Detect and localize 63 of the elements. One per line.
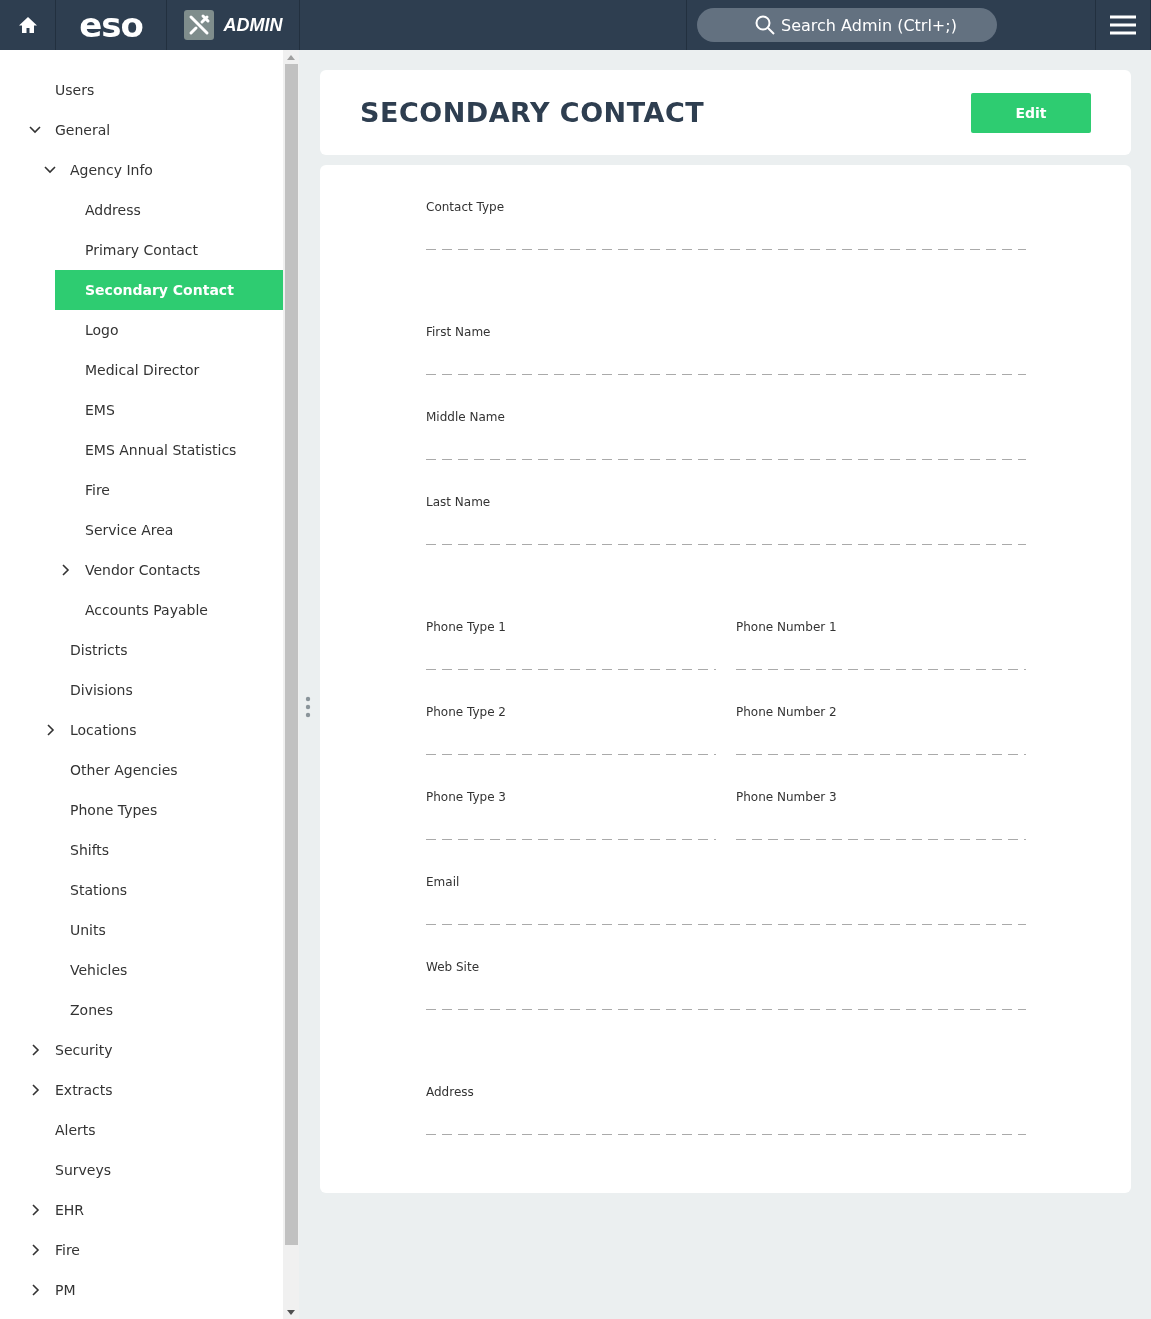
nav-item[interactable]: Districts xyxy=(0,630,283,670)
nav-item[interactable]: Vehicles xyxy=(0,950,283,990)
nav-item[interactable]: EMS Annual Statistics xyxy=(0,430,283,470)
page-title: SECONDARY CONTACT xyxy=(360,97,705,128)
resize-handle-icon[interactable] xyxy=(305,696,311,718)
nav-item[interactable]: Shifts xyxy=(0,830,283,870)
search-icon xyxy=(755,15,775,35)
nav-item[interactable]: Fire xyxy=(0,470,283,510)
nav-item[interactable]: Alerts xyxy=(0,1110,283,1150)
logo[interactable]: eso xyxy=(79,8,143,42)
chevron-right-icon[interactable] xyxy=(44,724,56,736)
nav-item[interactable]: Accounts Payable xyxy=(0,590,283,630)
field-label: Web Site xyxy=(426,960,480,974)
field-label: Phone Type 1 xyxy=(426,620,507,634)
nav-item[interactable]: Locations xyxy=(0,710,283,750)
nav-item[interactable]: Other Agencies xyxy=(0,750,283,790)
nav-item[interactable]: Divisions xyxy=(0,670,283,710)
field-label: Middle Name xyxy=(426,410,506,424)
field-label: Phone Type 2 xyxy=(426,705,507,719)
chevron-down-icon[interactable] xyxy=(44,164,56,176)
chevron-right-icon[interactable] xyxy=(29,1044,41,1056)
tools-icon xyxy=(183,10,214,40)
app-name: ADMIN xyxy=(223,14,283,36)
field-label: Address xyxy=(426,1085,475,1099)
search-field[interactable]: Search Admin (Ctrl+;) xyxy=(697,8,997,42)
nav-item[interactable]: Agency Info xyxy=(0,150,283,190)
field-label: Phone Number 1 xyxy=(736,620,838,634)
nav-item[interactable]: Units xyxy=(0,910,283,950)
chevron-right-icon[interactable] xyxy=(29,1204,41,1216)
field-label: Phone Type 3 xyxy=(426,790,507,804)
nav-item[interactable]: Security xyxy=(0,1030,283,1070)
chevron-down-icon[interactable] xyxy=(29,124,41,136)
field-label: Contact Type xyxy=(426,200,506,214)
nav-item[interactable]: Medical Director xyxy=(0,350,283,390)
nav-item[interactable]: Stations xyxy=(0,870,283,910)
chevron-right-icon[interactable] xyxy=(29,1244,41,1256)
nav-item[interactable]: Surveys xyxy=(0,1150,283,1190)
nav-item[interactable]: Zones xyxy=(0,990,283,1030)
nav-item[interactable]: Fire xyxy=(0,1230,283,1270)
nav-item[interactable]: Address xyxy=(0,190,283,230)
field-label: First Name xyxy=(426,325,492,339)
chevron-right-icon[interactable] xyxy=(29,1284,41,1296)
field-label: Phone Number 2 xyxy=(736,705,838,719)
home-icon[interactable] xyxy=(17,16,38,34)
nav-item[interactable]: EMS xyxy=(0,390,283,430)
menu-icon[interactable] xyxy=(1110,15,1136,35)
nav-item[interactable]: Primary Contact xyxy=(0,230,283,270)
nav-item[interactable]: Logo xyxy=(0,310,283,350)
nav-item[interactable]: Vendor Contacts xyxy=(0,550,283,590)
scroll-down-icon[interactable] xyxy=(287,1309,295,1315)
field-label: Last Name xyxy=(426,495,492,509)
field-label: Phone Number 3 xyxy=(736,790,838,804)
scrollbar-thumb[interactable] xyxy=(284,64,298,1245)
field-label: Email xyxy=(426,875,461,889)
nav-item[interactable]: Service Area xyxy=(0,510,283,550)
nav-item[interactable]: Extracts xyxy=(0,1070,283,1110)
nav-item[interactable]: General xyxy=(0,110,283,150)
nav-item[interactable]: Users xyxy=(0,70,283,110)
chevron-right-icon[interactable] xyxy=(59,564,71,576)
nav-item[interactable]: EHR xyxy=(0,1190,283,1230)
nav-item[interactable]: Phone Types xyxy=(0,790,283,830)
nav-item[interactable]: PM xyxy=(0,1270,283,1310)
chevron-right-icon[interactable] xyxy=(29,1084,41,1096)
